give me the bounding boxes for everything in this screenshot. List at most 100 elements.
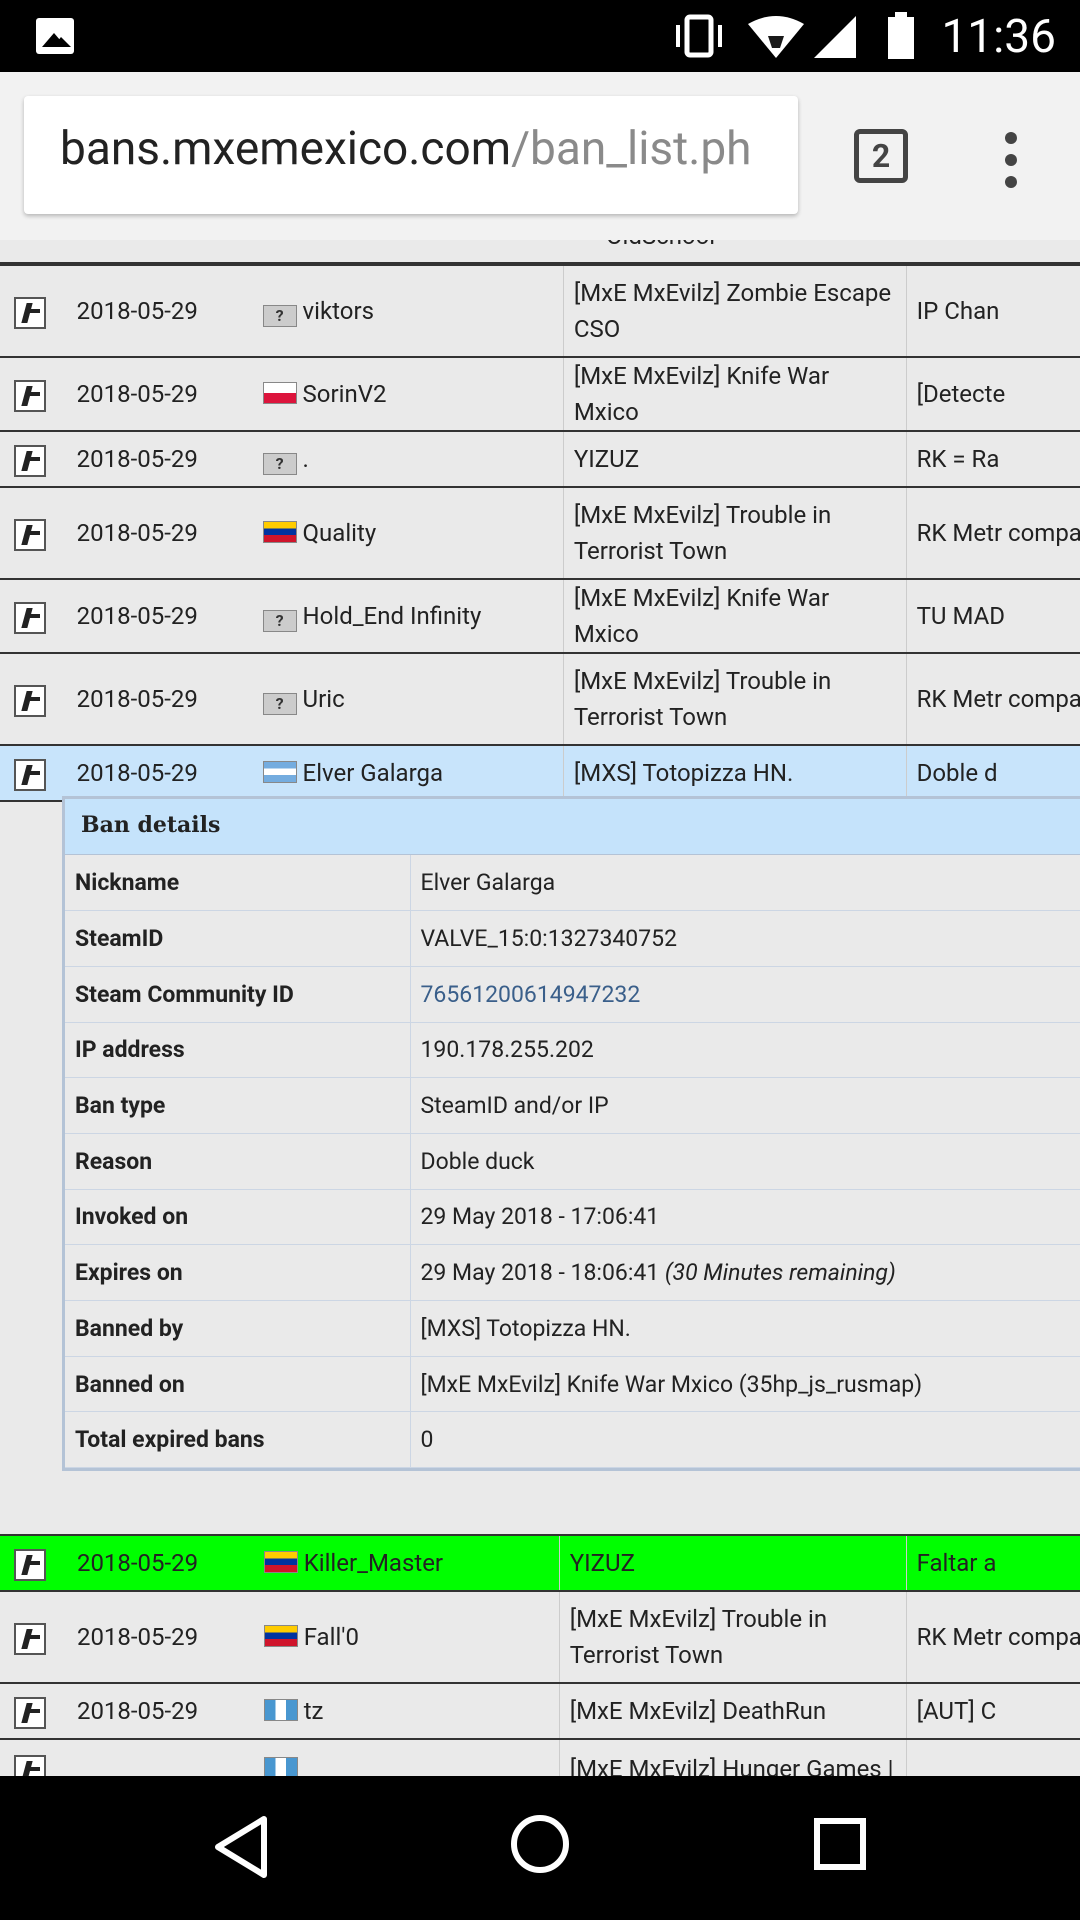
player-cell: ? Hold_End Infinity — [252, 578, 564, 654]
player-name: Elver Galarga — [302, 759, 444, 787]
overflow-menu-icon[interactable] — [1000, 130, 1022, 190]
cell-signal-icon — [814, 16, 856, 58]
counter-strike-mod-icon — [14, 379, 46, 412]
detail-value: Elver Galarga — [410, 855, 1080, 912]
ban-detail-row: Banned on [MxE MxEvilz] Knife War Mxico (… — [65, 1356, 1080, 1413]
player-cell: ? viktors — [252, 264, 564, 358]
ban-row[interactable]: 2018-05-29? viktors [MxE MxEvilz] Zombie E… — [0, 264, 1080, 358]
tab-switcher-button[interactable]: 2 — [854, 129, 908, 183]
server-name: [MxE MxEvilz] Hunger Games | — [558, 1738, 907, 1776]
ban-row[interactable]: 2018-05-29 Fall'0 [MxE MxEvilz] Trouble in… — [0, 1590, 1080, 1684]
player-cell: Fall'0 — [253, 1590, 560, 1684]
url-bar[interactable]: bans.mxemexico.com/ban_list.ph — [24, 96, 798, 214]
detail-label: Steam Community ID — [65, 966, 411, 1023]
detail-label: Ban type — [65, 1077, 411, 1134]
ban-row[interactable]: 2018-05-29 Killer_Master YIZUZ Faltar a — [0, 1534, 1080, 1592]
steam-community-link[interactable]: 76561200614947232 — [421, 981, 641, 1008]
detail-value: 29 May 2018 - 18:06:41 (30 Minutes remai… — [410, 1244, 1080, 1301]
ban-date: 2018-05-29 — [60, 356, 253, 432]
player-cell: SorinV2 — [252, 356, 564, 432]
country-flag-icon: ? — [262, 305, 297, 327]
detail-value: SteamID and/or IP — [410, 1077, 1080, 1134]
detail-label: SteamID — [65, 910, 411, 967]
ban-detail-row: Banned by [MXS] Totopizza HN. — [65, 1300, 1080, 1357]
ban-row[interactable]: 2018-05-29 Quality [MxE MxEvilz] Trouble i… — [0, 486, 1080, 580]
counter-strike-mod-icon — [14, 296, 46, 329]
url-text[interactable]: bans.mxemexico.com/ban_list.ph — [60, 122, 752, 176]
partial-server-text: OldSchool — [606, 240, 715, 250]
home-icon[interactable] — [508, 1812, 572, 1876]
page-content: OldSchool 2018-05-29?viktors[MxE MxEvilz… — [0, 240, 1080, 1776]
ban-details-table: Nickname Elver Galarga SteamID VALVE_15:0:1… — [65, 855, 1080, 1469]
detail-value: VALVE_15:0:1327340752 — [410, 910, 1080, 967]
player-cell: Elver Galarga — [252, 744, 564, 802]
ban-date: 2018-05-29 — [60, 264, 253, 358]
player-name: Hold_End Infinity — [302, 602, 482, 630]
mod-cell — [0, 1682, 61, 1740]
ban-row[interactable]: 2018-05-29? Uric [MxE MxEvilz] Trouble in … — [0, 652, 1080, 746]
ban-reason: RK Metr compar — [905, 652, 1080, 746]
detail-value: 0 — [410, 1411, 1080, 1469]
ban-row[interactable]: 2018-05-29 Elver Galarga [MXS] Totopizza H… — [0, 744, 1080, 802]
ban-details-panel: Ban details Nickname Elver Galarga SteamID… — [62, 796, 1080, 1472]
battery-icon — [888, 12, 914, 59]
server-name: YIZUZ — [558, 1534, 907, 1592]
ban-row[interactable]: 2018-05-29 SorinV2 [MxE MxEvilz] Knife War… — [0, 356, 1080, 432]
mod-cell — [0, 578, 61, 654]
player-name: Killer_Master — [303, 1549, 444, 1577]
detail-label: Invoked on — [65, 1189, 411, 1246]
detail-value: [MXS] Totopizza HN. — [410, 1300, 1080, 1357]
server-name: [MxE MxEvilz] Knife War Mxico — [562, 356, 907, 432]
ban-row[interactable]: 2018-05-29? Hold_End Infinity [MxE MxEvilz… — [0, 578, 1080, 654]
server-name: YIZUZ — [562, 430, 907, 488]
counter-strike-mod-icon — [14, 444, 46, 477]
wifi-icon — [748, 16, 804, 58]
player-name: viktors — [302, 297, 374, 325]
player-cell: tz — [253, 1682, 560, 1740]
ban-date: 2018-05-29 — [60, 578, 253, 654]
country-flag-icon — [263, 1551, 298, 1573]
url-host: bans.mxemexico.com — [60, 122, 512, 176]
ban-detail-row: Expires on 29 May 2018 - 18:06:41 (30 Min… — [65, 1244, 1080, 1301]
navigation-bar — [0, 1776, 1080, 1920]
country-flag-icon — [263, 1699, 298, 1721]
ban-list-table-continued: 2018-05-29 Killer_Master YIZUZ Faltar a 2018… — [0, 1534, 1080, 1776]
detail-label: IP address — [65, 1022, 411, 1079]
ban-date: 2018-05-29 — [60, 1534, 254, 1592]
mod-cell — [0, 1534, 61, 1592]
player-name: Uric — [302, 685, 345, 713]
detail-label: Banned by — [65, 1300, 411, 1357]
detail-label: Expires on — [65, 1244, 411, 1301]
player-name: SorinV2 — [302, 380, 387, 408]
server-name: [MxE MxEvilz] Knife War Mxico — [562, 578, 907, 654]
ban-detail-row: Nickname Elver Galarga — [65, 855, 1080, 912]
ban-row[interactable]: 2018-05-29?. YIZUZ RK = Ra — [0, 430, 1080, 488]
player-name: tz — [303, 1697, 324, 1725]
ban-detail-row: Invoked on 29 May 2018 - 17:06:41 — [65, 1189, 1080, 1246]
country-flag-icon — [262, 382, 297, 404]
ban-row[interactable]: [MxE MxEvilz] Hunger Games | — [0, 1738, 1080, 1776]
ban-row[interactable]: 2018-05-29 tz [MxE MxEvilz] DeathRun [AUT] … — [0, 1682, 1080, 1740]
gallery-notification-icon — [36, 18, 74, 54]
ban-reason: RK Metr compar — [905, 1590, 1080, 1684]
back-icon[interactable] — [212, 1814, 272, 1880]
ban-reason: RK = Ra — [905, 430, 1080, 488]
country-flag-icon: ? — [262, 693, 297, 715]
mod-cell — [0, 1590, 61, 1684]
status-bar: 11:36 — [0, 0, 1080, 72]
player-cell: ?. — [252, 430, 564, 488]
detail-value: 190.178.255.202 — [410, 1022, 1080, 1079]
detail-label: Reason — [65, 1133, 411, 1190]
time-remaining: (30 Minutes remaining) — [659, 1259, 896, 1287]
player-cell: Killer_Master — [253, 1534, 560, 1592]
clock: 11:36 — [941, 10, 1056, 64]
recents-icon[interactable] — [812, 1816, 868, 1872]
counter-strike-mod-icon — [14, 518, 46, 551]
mod-cell — [0, 356, 61, 432]
ban-details-title: Ban details — [65, 799, 1080, 855]
player-cell: ? Uric — [252, 652, 564, 746]
country-flag-icon: ? — [262, 453, 297, 475]
ban-reason: Doble d — [905, 744, 1080, 802]
browser-toolbar: bans.mxemexico.com/ban_list.ph 2 — [0, 72, 1080, 240]
ban-date: 2018-05-29 — [60, 486, 253, 580]
